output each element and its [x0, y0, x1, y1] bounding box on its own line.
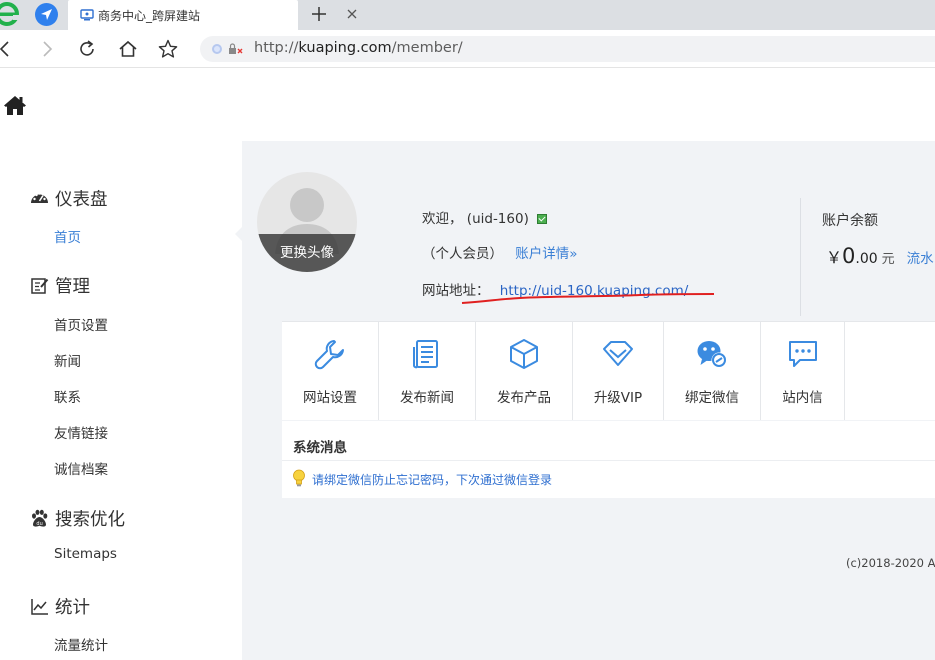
url-scheme: http:// — [254, 40, 299, 56]
quick-action-publish-product[interactable]: 发布产品 — [476, 322, 573, 420]
favorite-star-icon[interactable] — [157, 38, 179, 60]
url-path: /member/ — [391, 40, 463, 56]
sidebar-section-statistics[interactable]: 统计 — [30, 594, 90, 618]
url-domain: kuaping.com — [298, 40, 392, 56]
navigation-arrow-icon[interactable] — [34, 2, 59, 27]
tab-favicon-icon — [80, 9, 94, 21]
quick-actions: 网站设置 发布新闻 发布产品 升级VIP 绑定微信 站内信 — [282, 321, 935, 420]
cube-icon — [510, 339, 538, 369]
news-icon — [413, 340, 438, 369]
sidebar-section-title: 仪表盘 — [55, 189, 108, 210]
balance-value: ￥0.00 元流水 — [826, 244, 934, 268]
quick-action-site-mail[interactable]: 站内信 — [761, 322, 845, 420]
wechat-icon — [697, 341, 727, 368]
quick-action-label: 发布新闻 — [400, 390, 454, 406]
forward-icon[interactable] — [36, 38, 58, 60]
sidebar-section-seo[interactable]: du 搜索优化 — [30, 506, 125, 530]
home-icon[interactable] — [3, 94, 27, 116]
address-url[interactable]: http://kuaping.com/member/ — [254, 40, 463, 56]
currency-symbol: ￥ — [826, 248, 843, 267]
sidebar-item-contact[interactable]: 联系 — [54, 386, 81, 406]
home-page-icon[interactable] — [117, 38, 139, 60]
sidebar-item-news[interactable]: 新闻 — [54, 350, 81, 370]
dashboard-icon — [31, 191, 48, 203]
quick-action-label: 站内信 — [782, 390, 823, 406]
sidebar-item-homepage-settings[interactable]: 首页设置 — [54, 314, 108, 334]
line-chart-icon — [31, 598, 48, 615]
transaction-flow-link[interactable]: 流水 — [907, 251, 934, 267]
quick-action-label: 网站设置 — [303, 390, 357, 406]
sidebar-item-home[interactable]: 首页 — [54, 226, 81, 246]
browser-toolbar: http://kuaping.com/member/ — [0, 30, 935, 68]
baidu-paw-icon: du — [32, 509, 48, 526]
sidebar-section-dashboard[interactable]: 仪表盘 — [30, 186, 108, 210]
quick-action-upgrade-vip[interactable]: 升级VIP — [573, 322, 664, 420]
sidebar: 仪表盘 首页 管理 首页设置 新闻 联系 友情链接 诚信档案 du 搜索优化 S… — [0, 141, 243, 660]
address-bar[interactable]: http://kuaping.com/member/ — [200, 36, 935, 62]
system-messages-title: 系统消息 — [293, 440, 347, 456]
quick-action-publish-news[interactable]: 发布新闻 — [379, 322, 476, 420]
divider — [282, 460, 935, 461]
sidebar-section-title: 搜索优化 — [55, 509, 125, 530]
edit-icon — [31, 277, 49, 294]
member-type: （个人会员） — [422, 246, 503, 262]
divider — [800, 198, 801, 316]
site-header — [0, 69, 935, 141]
quick-action-label: 绑定微信 — [685, 390, 739, 406]
diamond-icon — [603, 341, 633, 366]
lightbulb-icon — [293, 469, 305, 487]
member-type-line: （个人会员） 账户详情» — [422, 242, 578, 262]
reload-icon[interactable] — [76, 38, 98, 60]
balance-unit: 元 — [881, 252, 895, 267]
footer-copyright: (c)2018-2020 A — [846, 556, 935, 570]
balance-integer: 0 — [842, 244, 856, 268]
quick-action-site-settings[interactable]: 网站设置 — [282, 322, 379, 420]
sidebar-item-integrity-records[interactable]: 诚信档案 — [54, 458, 108, 478]
balance-decimals: .00 — [855, 251, 878, 267]
avatar[interactable]: 更换头像 — [257, 172, 357, 272]
sidebar-section-title: 管理 — [55, 276, 90, 297]
back-icon[interactable] — [0, 38, 16, 60]
change-avatar-label[interactable]: 更换头像 — [257, 241, 357, 261]
sidebar-section-manage[interactable]: 管理 — [30, 273, 90, 297]
red-annotation-underline — [461, 293, 715, 304]
main-content: 更换头像 欢迎， (uid-160) （个人会员） 账户详情» 网站地址： ht… — [242, 141, 935, 660]
verified-check-icon — [537, 214, 548, 224]
wrench-icon — [314, 340, 344, 370]
svg-text:du: du — [36, 520, 42, 526]
system-message[interactable]: 请绑定微信防止忘记密码，下次通过微信登录 — [312, 471, 552, 488]
quick-action-label: 升级VIP — [593, 390, 643, 406]
new-tab-icon[interactable] — [309, 4, 329, 24]
tab-title: 商务中心_跨屏建站 — [98, 9, 201, 23]
insecure-lock-icon[interactable] — [228, 42, 244, 56]
account-details-link[interactable]: 账户详情» — [515, 246, 577, 262]
quick-action-bind-wechat[interactable]: 绑定微信 — [664, 322, 761, 420]
close-tab-icon[interactable] — [344, 6, 360, 22]
welcome-line: 欢迎， (uid-160) — [422, 207, 548, 227]
username: (uid-160) — [466, 211, 529, 227]
balance-label: 账户余额 — [822, 213, 878, 229]
sidebar-item-traffic-stats[interactable]: 流量统计 — [54, 634, 108, 654]
browser-logo-icon[interactable] — [0, 1, 20, 27]
message-icon — [789, 341, 817, 367]
quick-action-label: 发布产品 — [497, 390, 551, 406]
active-tab[interactable]: 商务中心_跨屏建站 — [68, 0, 357, 30]
browser-tab-bar: 商务中心_跨屏建站 — [0, 0, 935, 30]
site-info-icon[interactable] — [212, 44, 222, 54]
sidebar-item-sitemaps[interactable]: Sitemaps — [54, 546, 117, 562]
sidebar-item-friend-links[interactable]: 友情链接 — [54, 422, 108, 442]
system-messages-panel: 系统消息 请绑定微信防止忘记密码，下次通过微信登录 — [282, 421, 935, 498]
welcome-text: 欢迎， — [422, 211, 463, 227]
sidebar-section-title: 统计 — [55, 597, 90, 618]
